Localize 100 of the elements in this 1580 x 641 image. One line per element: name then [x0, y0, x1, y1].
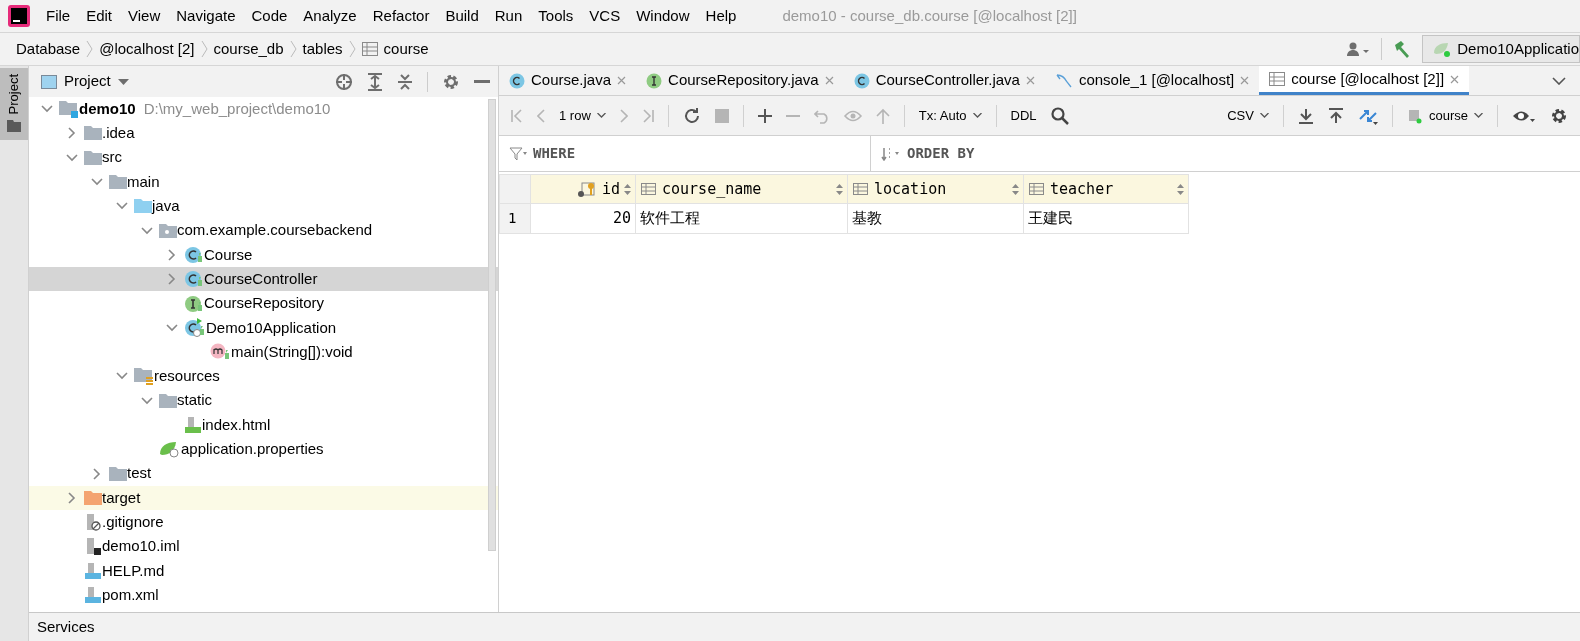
tree-item[interactable]: resources — [29, 364, 498, 389]
row-count-dropdown[interactable]: 1 row — [559, 105, 606, 126]
tree-item[interactable]: Demo10Application — [29, 315, 498, 340]
chevron-down-icon[interactable] — [66, 153, 78, 162]
chevron-down-icon[interactable] — [141, 396, 153, 405]
menu-item[interactable]: File — [46, 4, 71, 28]
tree-item[interactable]: java — [29, 194, 498, 219]
menu-item[interactable]: Edit — [86, 4, 113, 28]
tree-item[interactable]: demo10.iml — [29, 534, 498, 559]
collapse-all-icon[interactable] — [397, 72, 413, 91]
tree-item[interactable]: main(String[]):void — [29, 339, 498, 365]
chevron-right-icon[interactable] — [168, 273, 176, 286]
menu-item[interactable]: Navigate — [176, 4, 236, 28]
tree-item[interactable]: application.properties — [29, 437, 498, 462]
download-icon[interactable] — [1297, 107, 1314, 124]
close-icon[interactable] — [1240, 76, 1250, 85]
settings-icon[interactable] — [1550, 106, 1568, 125]
search-icon[interactable] — [1050, 106, 1069, 125]
tree-item[interactable]: .gitignore — [29, 510, 498, 535]
sort-icon[interactable] — [624, 183, 631, 195]
tree-item[interactable]: target — [29, 485, 498, 511]
column-header[interactable]: teacher — [1023, 174, 1189, 204]
tree-item[interactable]: src — [29, 145, 498, 170]
menu-item[interactable]: Build — [445, 4, 479, 28]
dropdown-caret-icon[interactable] — [117, 78, 129, 85]
menu-item[interactable]: View — [128, 4, 161, 28]
add-row-icon[interactable] — [757, 108, 772, 123]
chevron-right-icon[interactable] — [93, 467, 101, 480]
panel-title[interactable]: Project — [64, 70, 111, 93]
where-filter-field[interactable]: WHERE — [533, 143, 576, 164]
menu-item[interactable]: Help — [705, 4, 737, 28]
editor-tab[interactable]: CourseRepository.java — [636, 66, 844, 95]
next-page-icon[interactable] — [619, 108, 628, 123]
editor-tab[interactable]: CourseController.java — [843, 66, 1045, 95]
menu-item[interactable]: Tools — [538, 4, 574, 28]
chevron-down-icon[interactable] — [41, 105, 53, 114]
submit-icon[interactable] — [875, 107, 890, 124]
tree-item[interactable]: Course — [29, 242, 498, 268]
settings-icon[interactable] — [442, 72, 460, 91]
stop-icon[interactable] — [714, 108, 729, 123]
editor-tab[interactable]: course [@localhost [2]] — [1259, 66, 1470, 95]
breadcrumb-item[interactable]: course_db — [213, 37, 284, 61]
scrollbar[interactable] — [488, 99, 496, 551]
breadcrumb-item[interactable]: @localhost [2] — [99, 37, 195, 61]
menu-item[interactable]: Refactor — [372, 4, 430, 28]
undo-icon[interactable] — [813, 107, 830, 124]
breadcrumb-item[interactable]: course — [383, 37, 429, 61]
chevron-down-icon[interactable] — [91, 178, 103, 187]
tree-item[interactable]: HELP.md — [29, 558, 498, 583]
users-icon[interactable] — [1347, 41, 1372, 57]
tree-item[interactable]: .idea — [29, 121, 498, 146]
order-by-field[interactable]: ORDER BY — [907, 143, 975, 164]
ddl-button[interactable]: DDL — [1010, 105, 1037, 126]
sort-icon[interactable] — [1177, 183, 1184, 195]
tree-item[interactable]: com.example.coursebackend — [29, 218, 498, 243]
menu-item[interactable]: Analyze — [303, 4, 357, 28]
tree-item[interactable]: test — [29, 461, 498, 486]
breadcrumb-item[interactable]: tables — [302, 37, 343, 61]
tree-item[interactable]: demo10 D:\my_web_project\demo10 — [29, 97, 498, 122]
upload-icon[interactable] — [1327, 107, 1344, 124]
tree-item[interactable]: index.html — [29, 412, 498, 438]
close-icon[interactable] — [1450, 74, 1460, 84]
menu-item[interactable]: VCS — [589, 4, 621, 28]
chevron-right-icon[interactable] — [68, 491, 76, 504]
column-header[interactable]: location — [847, 174, 1024, 204]
refresh-icon[interactable] — [682, 106, 701, 125]
menu-item[interactable]: Run — [494, 4, 523, 28]
export-format-dropdown[interactable]: CSV — [1227, 105, 1269, 126]
tree-item[interactable]: CourseRepository — [29, 291, 498, 316]
chevron-right-icon[interactable] — [68, 127, 76, 140]
close-icon[interactable] — [1025, 76, 1035, 85]
expand-all-icon[interactable] — [367, 72, 383, 91]
column-header[interactable]: course_name — [635, 174, 848, 204]
tree-item[interactable]: main — [29, 169, 498, 195]
project-side-tab[interactable]: Project — [0, 68, 28, 141]
schema-dropdown[interactable]: course — [1406, 105, 1483, 126]
column-header[interactable]: id — [530, 174, 636, 204]
tree-item[interactable]: pom.xml — [29, 582, 498, 608]
sort-icon[interactable] — [836, 183, 843, 195]
menu-item[interactable]: Code — [251, 4, 288, 28]
menu-item[interactable]: Window — [636, 4, 690, 28]
previous-page-icon[interactable] — [537, 108, 545, 123]
breadcrumb-item[interactable]: Database — [16, 37, 81, 61]
tree-item[interactable]: static — [29, 388, 498, 413]
services-tab[interactable]: Services — [37, 615, 95, 639]
chevron-down-icon[interactable] — [166, 323, 178, 332]
chevron-down-icon[interactable] — [116, 202, 128, 211]
chevron-down-icon[interactable] — [116, 372, 128, 381]
locate-icon[interactable] — [335, 72, 353, 91]
chevron-right-icon[interactable] — [168, 248, 176, 261]
close-icon[interactable] — [824, 76, 834, 85]
sort-icon[interactable] — [1012, 183, 1019, 195]
editor-tab[interactable]: Course.java — [499, 66, 637, 95]
editor-tab[interactable]: console_1 [@localhost] — [1044, 66, 1260, 95]
close-icon[interactable] — [617, 76, 627, 85]
tab-list-chevron-icon[interactable] — [1552, 76, 1566, 85]
first-page-icon[interactable] — [511, 108, 523, 123]
chevron-down-icon[interactable] — [141, 226, 153, 235]
transaction-mode-dropdown[interactable]: Tx: Auto — [918, 105, 982, 126]
tree-item[interactable]: CourseController — [29, 267, 498, 292]
